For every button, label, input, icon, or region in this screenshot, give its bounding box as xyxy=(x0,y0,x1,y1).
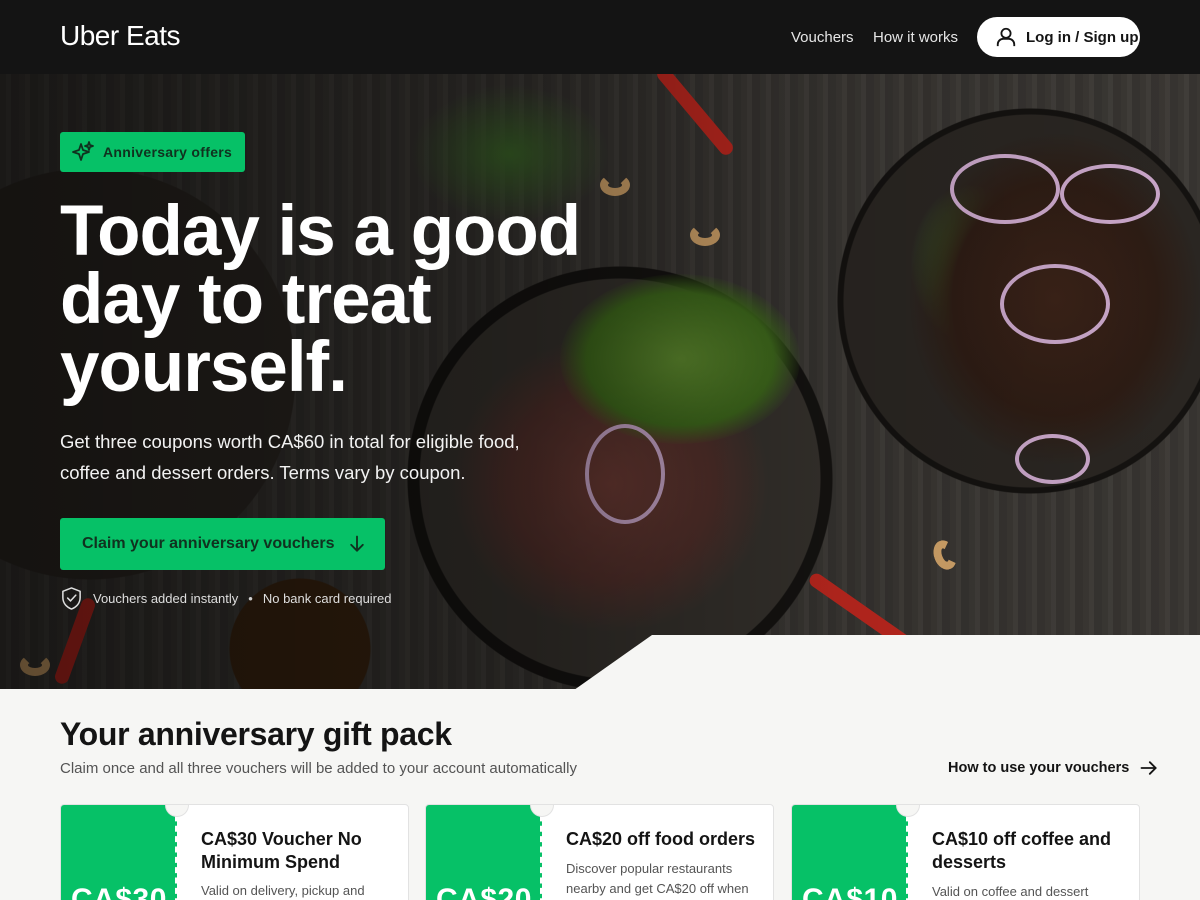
assurance-separator: • xyxy=(248,591,253,606)
gift-pack-title: Your anniversary gift pack xyxy=(60,716,452,752)
assurance-no-card-text: No bank card required xyxy=(262,591,392,606)
voucher-title: CA$30 Voucher No Minimum Spend xyxy=(201,829,362,872)
hero-subtitle: Get three coupons worth CA$60 in total f… xyxy=(60,431,520,483)
voucher-description: Discover popular restaurants nearby and … xyxy=(566,861,749,896)
voucher-stub: CA$20 xyxy=(426,805,542,900)
anniversary-offers-badge: Anniversary offers xyxy=(60,132,246,172)
hero-headline: Today is a good day to treat yourself. xyxy=(60,192,581,407)
top-header: Uber Eats Vouchers How it works Log in /… xyxy=(0,0,1200,74)
arrow-down-icon xyxy=(349,535,364,552)
voucher-card[interactable]: CA$20 CA$20 off food orders Discover pop… xyxy=(425,804,774,900)
assurance-line: Vouchers added instantly • No bank card … xyxy=(60,586,391,611)
how-to-use-label: How to use your vouchers xyxy=(948,760,1130,776)
voucher-title: CA$10 off coffee and desserts xyxy=(932,829,1112,872)
voucher-amount: CA$10 xyxy=(802,883,898,900)
user-icon xyxy=(996,27,1016,47)
hero-banner: Anniversary offers Today is a good day t… xyxy=(0,74,1200,689)
claim-vouchers-button[interactable]: Claim your anniversary vouchers xyxy=(60,518,385,570)
voucher-card[interactable]: CA$30 CA$30 Voucher No Minimum Spend Val… xyxy=(60,804,409,900)
shield-check-icon xyxy=(62,587,81,610)
voucher-card[interactable]: CA$10 CA$10 off coffee and desserts Vali… xyxy=(791,804,1140,900)
login-signup-button[interactable]: Log in / Sign up xyxy=(977,17,1140,57)
badge-label: Anniversary offers xyxy=(103,144,233,160)
assurance-instant-text: Vouchers added instantly xyxy=(93,591,239,606)
claim-vouchers-label: Claim your anniversary vouchers xyxy=(82,535,335,552)
hero-diagonal-edge xyxy=(567,635,1200,689)
uber-eats-logo[interactable]: Uber Eats xyxy=(60,20,181,52)
sparkle-icon xyxy=(72,141,94,161)
voucher-stub: CA$10 xyxy=(792,805,908,900)
login-signup-label: Log in / Sign up xyxy=(1026,28,1139,46)
gift-pack-subtitle: Claim once and all three vouchers will b… xyxy=(60,760,577,777)
voucher-amount: CA$30 xyxy=(71,883,167,900)
voucher-title: CA$20 off food orders xyxy=(566,829,756,849)
voucher-description: Valid on coffee and dessert xyxy=(932,884,1089,899)
voucher-description: Valid on delivery, pickup and dine- xyxy=(201,883,365,898)
arrow-right-icon xyxy=(1140,761,1157,775)
nav-vouchers-link[interactable]: Vouchers xyxy=(791,29,854,46)
voucher-amount: CA$20 xyxy=(436,883,532,900)
how-to-use-vouchers-link[interactable]: How to use your vouchers xyxy=(948,758,1159,778)
voucher-stub: CA$30 xyxy=(61,805,177,900)
nav-how-it-works-link[interactable]: How it works xyxy=(873,29,958,46)
